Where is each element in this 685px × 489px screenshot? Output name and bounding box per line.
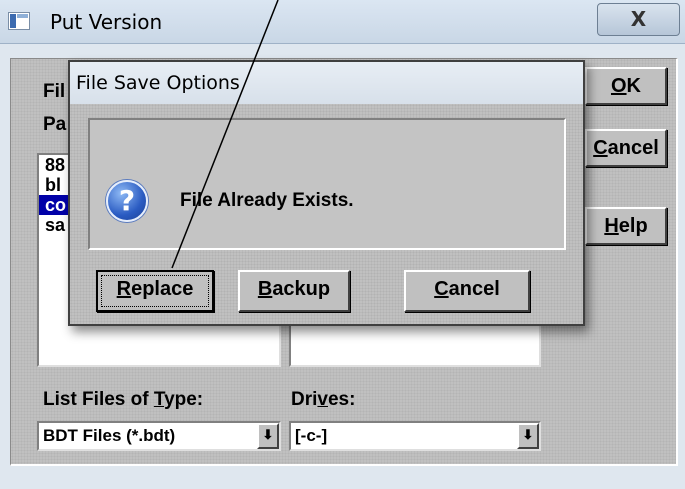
file-type-dropdown-arrow-icon[interactable]: ⬇	[257, 423, 279, 449]
cancel-button[interactable]: Cancel	[404, 270, 530, 312]
drive-dropdown-arrow-icon[interactable]: ⬇	[517, 423, 539, 449]
replace-button[interactable]: Replace	[96, 270, 214, 312]
dialog-body: ? File Already Exists. Replace Backup Ca…	[70, 104, 583, 324]
drives-label: Drives:	[291, 389, 356, 410]
close-button[interactable]: X	[597, 3, 680, 36]
file-type-select[interactable]: BDT Files (*.bdt) ⬇	[37, 421, 281, 451]
app-icon	[8, 12, 30, 30]
drive-select[interactable]: [-c-] ⬇	[289, 421, 541, 451]
cancel-button-bg[interactable]: Cancel	[585, 129, 667, 167]
list-files-of-type-label: List Files of Type:	[43, 389, 204, 410]
path-label: Pa	[43, 114, 67, 135]
window-titlebar[interactable]: Put Version X	[0, 0, 685, 44]
window-title: Put Version	[50, 10, 163, 34]
drive-value: [-c-]	[295, 426, 328, 445]
ok-button[interactable]: OK	[585, 67, 667, 105]
dialog-titlebar[interactable]: File Save Options	[70, 62, 583, 104]
close-icon: X	[630, 7, 647, 31]
filename-label: Fil	[43, 81, 66, 102]
question-icon: ?	[106, 180, 148, 222]
help-button[interactable]: Help	[585, 207, 667, 245]
backup-button[interactable]: Backup	[238, 270, 350, 312]
file-save-options-dialog: File Save Options ? File Already Exists.…	[68, 60, 585, 326]
dialog-title: File Save Options	[76, 72, 240, 94]
file-type-value: BDT Files (*.bdt)	[43, 426, 176, 445]
message-panel: ? File Already Exists.	[88, 118, 566, 250]
message-text: File Already Exists.	[180, 190, 354, 211]
